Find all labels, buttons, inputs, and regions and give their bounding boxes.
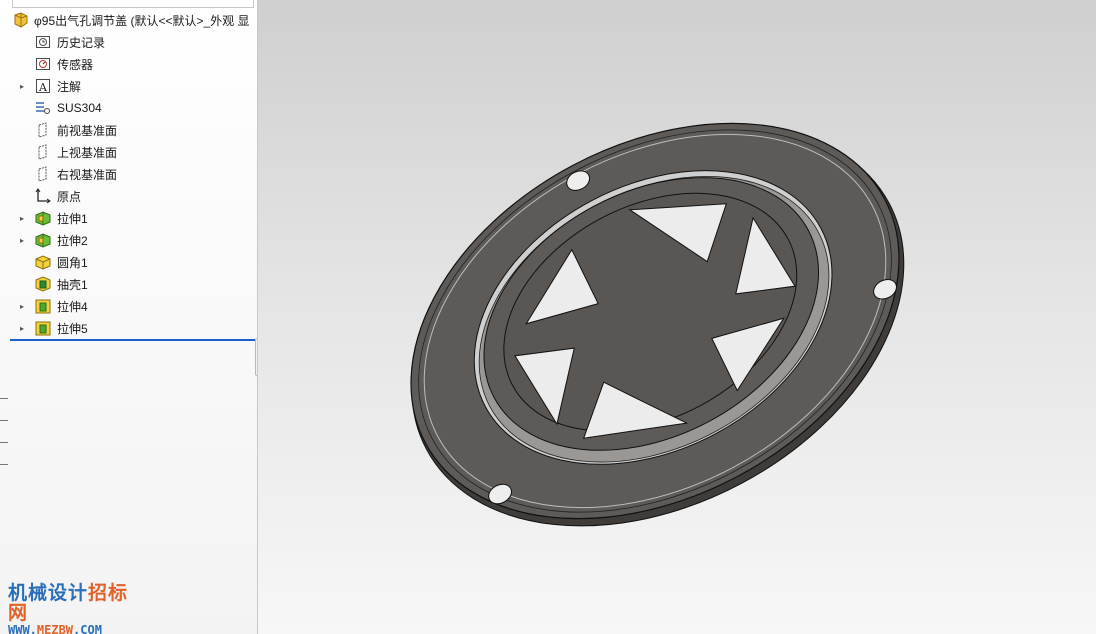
expand-arrow-icon[interactable]: ▸ bbox=[14, 82, 30, 91]
side-tick bbox=[0, 398, 8, 399]
tree-item-label: 拉伸5 bbox=[57, 321, 88, 336]
tree-item[interactable]: ▸ 拉伸2 bbox=[0, 229, 257, 251]
svg-text:A: A bbox=[38, 81, 48, 94]
plane-icon bbox=[34, 121, 52, 139]
shell-icon bbox=[34, 275, 52, 293]
tree-item-label: 拉伸2 bbox=[57, 233, 88, 248]
tree-item-label: SUS304 bbox=[57, 101, 102, 115]
tree-item-label: 抽壳1 bbox=[57, 277, 88, 292]
tree-item[interactable]: 圆角1 bbox=[0, 251, 257, 273]
tree-item-label: 传感器 bbox=[57, 57, 94, 72]
extrude-icon bbox=[34, 209, 52, 227]
side-tick bbox=[0, 464, 8, 465]
extrude-cut-icon bbox=[34, 297, 52, 315]
side-tick bbox=[0, 420, 8, 421]
expand-arrow-icon[interactable]: ▸ bbox=[14, 214, 30, 223]
tree-item[interactable]: 右视基准面 bbox=[0, 163, 257, 185]
tree-item[interactable]: 前视基准面 bbox=[0, 119, 257, 141]
tree-item-label: 拉伸4 bbox=[57, 299, 88, 314]
sensor-icon bbox=[34, 55, 52, 73]
annotation-icon: A bbox=[34, 77, 52, 95]
tree-item-label: 前视基准面 bbox=[57, 123, 118, 138]
tree-filter-field[interactable] bbox=[12, 0, 254, 8]
part-model bbox=[410, 122, 905, 527]
tree-item[interactable]: 上视基准面 bbox=[0, 141, 257, 163]
origin-icon bbox=[34, 187, 52, 205]
tree-item[interactable]: ▸ 拉伸5 bbox=[0, 317, 257, 339]
part-icon bbox=[12, 11, 30, 29]
tree-root-part[interactable]: φ95出气孔调节盖 (默认<<默认>_外观 显 bbox=[0, 9, 257, 31]
watermark-text: 机械设计 bbox=[8, 582, 89, 604]
tree-item[interactable]: 传感器 bbox=[0, 53, 257, 75]
extrude-icon bbox=[34, 231, 52, 249]
tree-item-label: 右视基准面 bbox=[57, 167, 118, 182]
tree-item[interactable]: ▸ A 注解 bbox=[0, 75, 257, 97]
history-folder-icon bbox=[34, 33, 52, 51]
tree-item[interactable]: SUS304 bbox=[0, 97, 257, 119]
tree-item[interactable]: 历史记录 bbox=[0, 31, 257, 53]
tree-item-label: 历史记录 bbox=[57, 35, 106, 50]
expand-arrow-icon[interactable]: ▸ bbox=[14, 324, 30, 333]
watermark-url: .COM bbox=[73, 623, 102, 634]
tree-item-label: 注解 bbox=[57, 79, 82, 94]
site-watermark: 机械设计招标网 WWW.MEZBW.COM bbox=[8, 583, 148, 634]
expand-arrow-icon[interactable]: ▸ bbox=[14, 236, 30, 245]
tree-item-label: 圆角1 bbox=[57, 255, 88, 270]
tree-item[interactable]: 原点 bbox=[0, 185, 257, 207]
tree-item[interactable]: 抽壳1 bbox=[0, 273, 257, 295]
plane-icon bbox=[34, 165, 52, 183]
expand-arrow-icon[interactable]: ▸ bbox=[14, 302, 30, 311]
graphics-viewport[interactable] bbox=[258, 0, 1096, 634]
rollback-bar[interactable] bbox=[10, 339, 255, 341]
plane-icon bbox=[34, 143, 52, 161]
tree-item[interactable]: ▸ 拉伸1 bbox=[0, 207, 257, 229]
tree-item-label: 上视基准面 bbox=[57, 145, 118, 160]
tree-item-label: 原点 bbox=[57, 189, 82, 204]
tree-item[interactable]: ▸ 拉伸4 bbox=[0, 295, 257, 317]
watermark-url: WWW. bbox=[8, 623, 37, 634]
feature-manager-tree: φ95出气孔调节盖 (默认<<默认>_外观 显 历史记录传感器 ▸ A 注解 SUS30… bbox=[0, 0, 258, 634]
material-icon bbox=[34, 99, 52, 117]
fillet-icon bbox=[34, 253, 52, 271]
watermark-url: MEZBW bbox=[36, 623, 74, 634]
extrude-cut-icon bbox=[34, 319, 52, 337]
side-tick bbox=[0, 442, 8, 443]
tree-item-label: 拉伸1 bbox=[57, 211, 88, 226]
tree-root-label: φ95出气孔调节盖 (默认<<默认>_外观 显 bbox=[34, 13, 250, 28]
